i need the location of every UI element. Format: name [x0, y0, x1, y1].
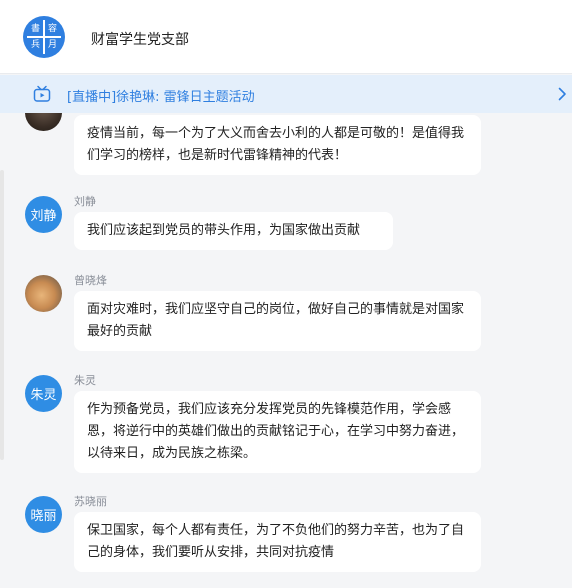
sender-name: 曾晓烽 [74, 274, 107, 287]
logo-char: 兵 [30, 39, 40, 50]
sender-name: 刘静 [74, 195, 96, 208]
chevron-right-icon[interactable] [557, 87, 567, 101]
message-list[interactable]: 疫情当前，每一个为了大义而舍去小利的人都是可敬的！是值得我们学习的榜样，也是新时… [0, 113, 572, 588]
avatar[interactable] [25, 275, 62, 312]
group-logo[interactable]: 書 容 兵 月 [23, 16, 65, 58]
logo-char: 書 [30, 23, 40, 34]
message-bubble: 面对灾难时，我们应坚守自己的岗位，做好自己的事情就是对国家最好的贡献 [74, 291, 481, 351]
live-banner-text[interactable]: [直播中]徐艳琳: 雷锋日主题活动 [67, 86, 255, 105]
message-bubble: 作为预备党员，我们应该充分发挥党员的先锋模范作用，学会感恩，将逆行中的英雄们做出… [74, 391, 481, 473]
tv-icon [33, 85, 51, 102]
avatar[interactable] [25, 113, 62, 131]
message-bubble: 我们应该起到党员的带头作用，为国家做出贡献 [74, 212, 393, 250]
sender-name: 朱灵 [74, 374, 96, 387]
group-title: 财富学生党支部 [91, 32, 189, 48]
avatar[interactable]: 朱灵 [25, 375, 62, 412]
message-bubble: 疫情当前，每一个为了大义而舍去小利的人都是可敬的！是值得我们学习的榜样，也是新时… [74, 115, 481, 175]
avatar[interactable]: 晓丽 [25, 496, 62, 533]
sender-name: 苏晓丽 [74, 495, 107, 508]
chat-header: 書 容 兵 月 财富学生党支部 [0, 0, 572, 74]
logo-char: 月 [47, 39, 57, 50]
logo-char: 容 [47, 23, 57, 34]
avatar[interactable]: 刘静 [25, 196, 62, 233]
message-bubble: 保卫国家，每个人都有责任，为了不负他们的努力辛苦，也为了自己的身体，我们要听从安… [74, 512, 481, 572]
live-banner[interactable]: [直播中]徐艳琳: 雷锋日主题活动 [0, 75, 572, 113]
